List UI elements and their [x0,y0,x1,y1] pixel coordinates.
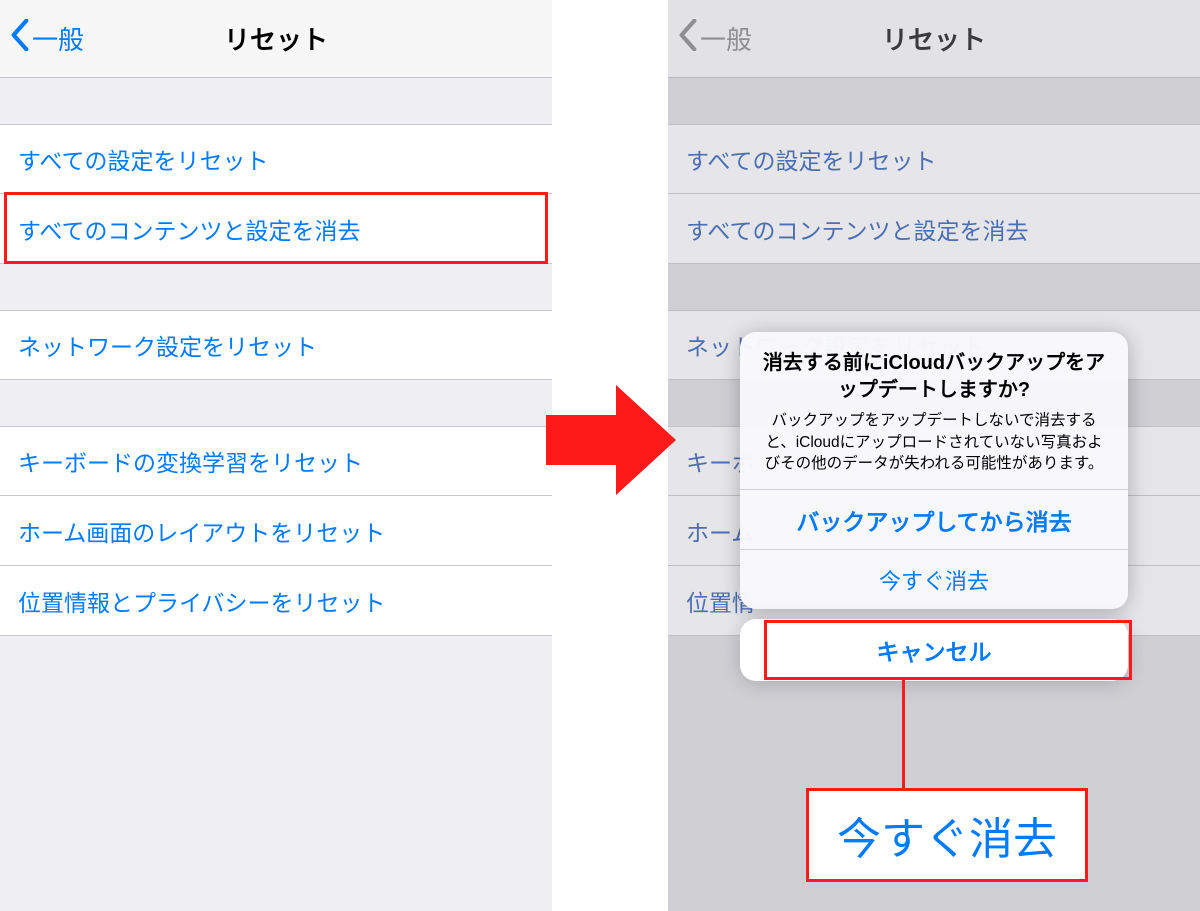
button-label: バックアップしてから消去 [796,503,1071,537]
action-sheet-title: 消去する前にiCloudバックアップをアップデートしますか? [760,350,1108,404]
reset-all-settings: すべての設定をリセット [668,124,1200,194]
back-button: 一般 [678,19,752,58]
cell-label: すべてのコンテンツと設定を消去 [686,212,1028,246]
cell-label: すべての設定をリセット [686,142,936,176]
backup-then-erase-button[interactable]: バックアップしてから消去 [740,489,1128,549]
chevron-left-icon [678,19,698,58]
cell-label: ネットワーク設定をリセット [18,328,317,362]
back-label: 一般 [700,20,752,57]
annotation-callout: 今すぐ消去 [806,788,1088,882]
cell-label: キーボードの変換学習をリセット [18,444,363,478]
erase-all-content[interactable]: すべてのコンテンツと設定を消去 [0,194,552,264]
erase-all-content: すべてのコンテンツと設定を消去 [668,194,1200,264]
cancel-button[interactable]: キャンセル [740,619,1128,681]
back-label: 一般 [32,20,84,57]
reset-network-settings[interactable]: ネットワーク設定をリセット [0,310,552,380]
reset-location-privacy[interactable]: 位置情報とプライバシーをリセット [0,566,552,636]
back-button[interactable]: 一般 [10,19,84,58]
settings-reset-screen: 一般 リセット すべての設定をリセット すべてのコンテンツと設定を消去 ネットワ… [0,0,552,911]
annotation-connector [902,680,905,788]
cell-label: 位置情報とプライバシーをリセット [18,584,386,618]
action-sheet-header: 消去する前にiCloudバックアップをアップデートしますか? バックアップをアッ… [740,332,1128,489]
button-label: 今すぐ消去 [879,564,989,596]
reset-home-layout[interactable]: ホーム画面のレイアウトをリセット [0,496,552,566]
settings-group-3: キーボードの変換学習をリセット ホーム画面のレイアウトをリセット 位置情報とプラ… [0,426,552,636]
cell-label: すべての設定をリセット [18,142,268,176]
callout-label: 今すぐ消去 [837,815,1057,864]
action-sheet-message: バックアップをアップデートしないで消去すると、iCloudにアップロードされてい… [760,410,1108,475]
button-label: キャンセル [877,633,992,667]
action-sheet: 消去する前にiCloudバックアップをアップデートしますか? バックアップをアッ… [740,332,1128,681]
reset-all-settings[interactable]: すべての設定をリセット [0,124,552,194]
cell-label: すべてのコンテンツと設定を消去 [18,212,360,246]
action-sheet-body: 消去する前にiCloudバックアップをアップデートしますか? バックアップをアッ… [740,332,1128,609]
navbar: 一般 リセット [0,0,552,78]
cell-label: ホーム画面のレイアウトをリセット [18,514,385,548]
arrow-right-icon [546,380,676,500]
erase-now-button[interactable]: 今すぐ消去 [740,549,1128,609]
settings-group-1: すべての設定をリセット すべてのコンテンツと設定を消去 [0,124,552,264]
reset-keyboard-dictionary[interactable]: キーボードの変換学習をリセット [0,426,552,496]
settings-group-2: ネットワーク設定をリセット [0,310,552,380]
settings-group-1: すべての設定をリセット すべてのコンテンツと設定を消去 [668,124,1200,264]
settings-reset-screen-dialog: 一般 リセット すべての設定をリセット すべてのコンテンツと設定を消去 ネットワ… [668,0,1200,911]
chevron-left-icon [10,19,30,58]
navbar: 一般 リセット [668,0,1200,78]
